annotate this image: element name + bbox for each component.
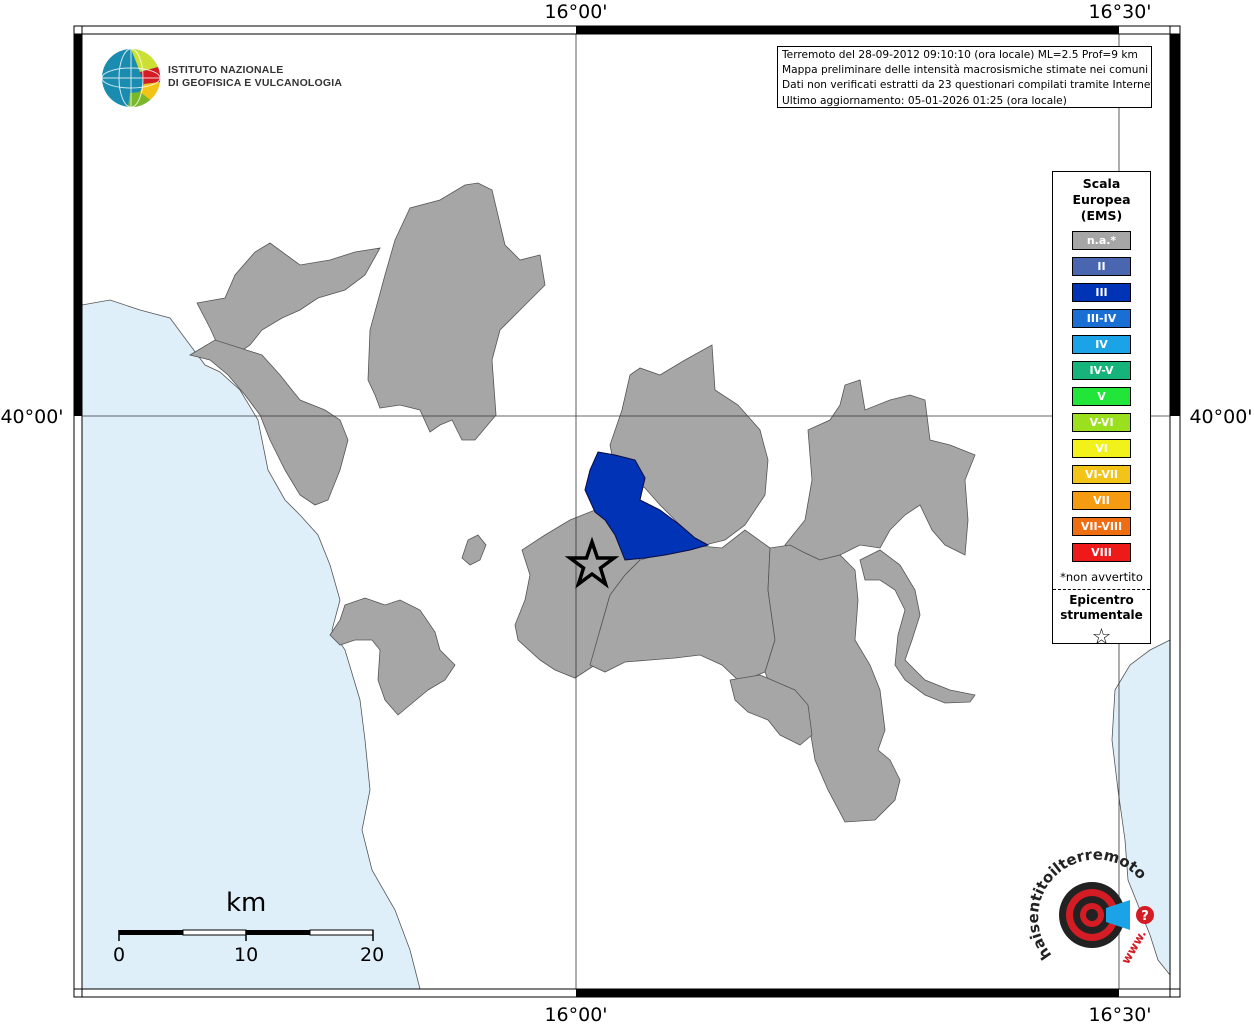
legend-title: Scala Europea (EMS)	[1053, 176, 1150, 224]
legend-star-icon: ☆	[1091, 625, 1112, 650]
legend-swatch: IV	[1072, 335, 1131, 354]
legend-title-line3: (EMS)	[1080, 208, 1123, 223]
legend-note: *non avvertito	[1060, 570, 1143, 584]
scale-bar-title: km	[226, 888, 267, 918]
scale-label-20: 20	[360, 944, 385, 966]
legend-epicenter-line1: Epicentro	[1069, 593, 1134, 607]
legend-title-line2: Europea	[1072, 192, 1131, 207]
info-line-data: Dati non verificati estratti da 23 quest…	[782, 79, 1152, 92]
ingv-logo-line2: DI GEOFISICA E VULCANOLOGIA	[168, 77, 343, 89]
info-line-map: Mappa preliminare delle intensità macros…	[782, 64, 1149, 77]
legend-swatch: n.a.*	[1072, 231, 1131, 250]
legend-swatch: VII-VIII	[1072, 517, 1131, 536]
ingv-logo-line1: ISTITUTO NAZIONALE	[168, 64, 284, 76]
legend-items: n.a.* II III III-IV IV IV-V V V-VI VI VI-VII VII VI…	[1053, 231, 1150, 562]
scale-label-10: 10	[234, 944, 259, 966]
info-line-update: Ultimo aggiornamento: 05-01-2026 01:25 (…	[782, 94, 1067, 107]
legend-swatch: III-IV	[1072, 309, 1131, 328]
lat-label-left: 40°00'	[0, 406, 63, 428]
legend-swatch: VI	[1072, 439, 1131, 458]
scale-label-0: 0	[113, 944, 126, 966]
legend-epicenter-line2: strumentale	[1060, 608, 1143, 622]
earthquake-info-box: Terremoto del 28-09-2012 09:10:10 (ora l…	[777, 46, 1152, 108]
ems-legend: Scala Europea (EMS) n.a.* II III III-IV IV IV…	[1052, 171, 1151, 649]
legend-swatch: VII	[1072, 491, 1131, 510]
lon-label-bottom-right: 16°30'	[1088, 1004, 1151, 1024]
lon-label-top-right: 16°30'	[1088, 1, 1151, 23]
legend-swatch: IV-V	[1072, 361, 1131, 380]
legend-swatch: V-VI	[1072, 413, 1131, 432]
lon-label-top-left: 16°00'	[544, 1, 607, 23]
legend-swatch: VI-VII	[1072, 465, 1131, 484]
lat-label-right: 40°00'	[1189, 406, 1252, 428]
legend-swatch: V	[1072, 387, 1131, 406]
legend-title-line1: Scala	[1082, 176, 1121, 191]
ingv-logo-text: ISTITUTO NAZIONALE DI GEOFISICA E VULCAN…	[168, 64, 342, 90]
badge-question-mark: ?	[1141, 909, 1149, 924]
ingv-globe-icon	[101, 48, 161, 108]
info-line-event: Terremoto del 28-09-2012 09:10:10 (ora l…	[782, 49, 1138, 61]
lon-label-bottom-left: 16°00'	[544, 1004, 607, 1024]
legend-swatch: III	[1072, 283, 1131, 302]
legend-swatch: II	[1072, 257, 1131, 276]
legend-epicenter-title: Epicentro strumentale	[1053, 593, 1150, 623]
legend-divider	[1053, 589, 1150, 590]
legend-swatch: VIII	[1072, 543, 1131, 562]
